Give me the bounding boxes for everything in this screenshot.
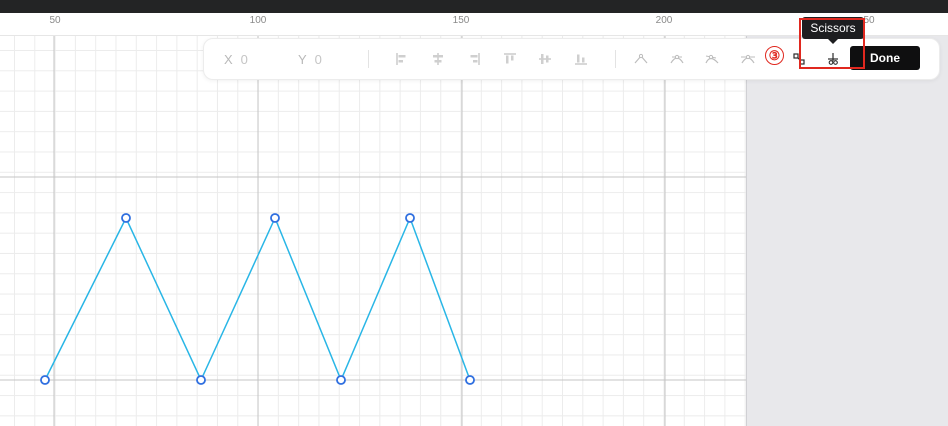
align-center-horizontal-icon[interactable]	[428, 49, 448, 69]
mirrored-point-icon[interactable]	[738, 49, 758, 69]
x-coordinate[interactable]: X0	[224, 52, 248, 67]
path-node[interactable]	[465, 375, 475, 385]
y-coordinate[interactable]: Y0	[298, 52, 322, 67]
path-node[interactable]	[196, 375, 206, 385]
scissors-tooltip: Scissors	[802, 17, 864, 39]
align-bottom-icon[interactable]	[571, 49, 591, 69]
path-node[interactable]	[40, 375, 50, 385]
asymmetric-point-icon[interactable]	[702, 49, 722, 69]
x-label: X	[224, 52, 233, 67]
y-label: Y	[298, 52, 307, 67]
path-node[interactable]	[405, 213, 415, 223]
break-path-icon[interactable]	[789, 49, 809, 69]
path-node[interactable]	[121, 213, 131, 223]
align-center-vertical-icon[interactable]	[535, 49, 555, 69]
side-panel	[746, 36, 948, 426]
scissors-icon[interactable]	[823, 49, 843, 69]
done-button[interactable]: Done	[850, 46, 920, 70]
ruler-label: 50	[863, 15, 875, 26]
path-node[interactable]	[270, 213, 280, 223]
path-node[interactable]	[336, 375, 346, 385]
align-left-icon[interactable]	[392, 49, 412, 69]
divider	[368, 50, 369, 68]
x-value[interactable]: 0	[241, 52, 248, 67]
path-edit-toolbar: X0 Y0	[203, 38, 940, 80]
divider	[615, 50, 616, 68]
corner-point-icon[interactable]	[631, 49, 651, 69]
smooth-point-icon[interactable]	[667, 49, 687, 69]
align-right-icon[interactable]	[464, 49, 484, 69]
tooltip-arrow	[828, 39, 838, 44]
step-badge: ③	[765, 46, 784, 65]
y-value[interactable]: 0	[315, 52, 322, 67]
align-top-icon[interactable]	[500, 49, 520, 69]
